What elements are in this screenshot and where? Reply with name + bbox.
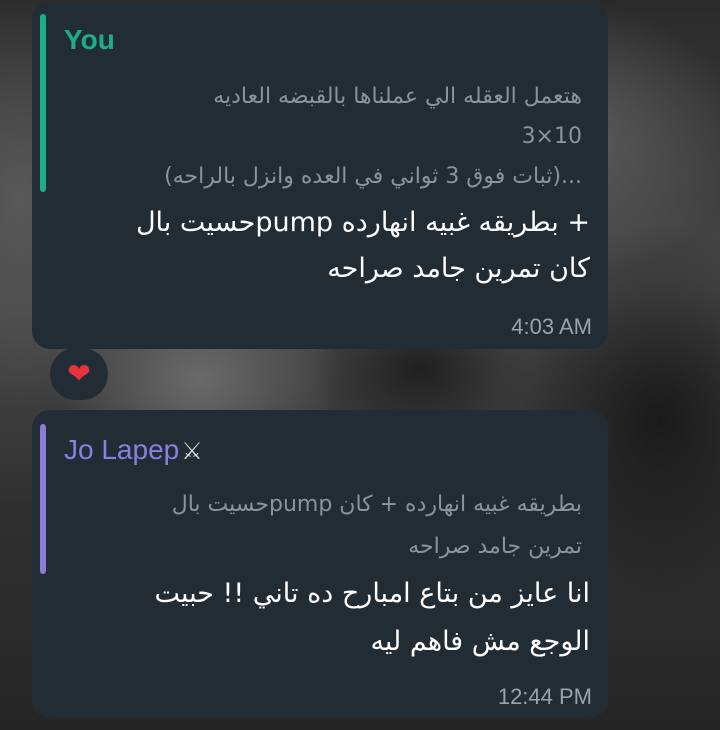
heart-icon: ❤ bbox=[67, 357, 91, 390]
heart-reaction[interactable]: ❤ bbox=[50, 348, 108, 400]
reply-quote-bar bbox=[40, 14, 46, 192]
reply-quote-bar bbox=[40, 424, 46, 574]
message-text-line: حسيت بالpump بطريقه غبيه انهارده + bbox=[135, 207, 590, 238]
reply-quote[interactable]: Jo Lapep⚔ حسيت بالpump بطريقه غبيه انهار… bbox=[40, 424, 598, 574]
message-text-line: الوجع مش فاهم ليه bbox=[370, 626, 590, 657]
message-text-line: كان تمرين جامد صراحه bbox=[327, 253, 590, 284]
reply-quote[interactable]: You هتعمل العقله الي عملناها بالقبضه الع… bbox=[40, 14, 598, 192]
reply-author: You bbox=[64, 24, 115, 55]
reply-text-line: 3×10 bbox=[521, 124, 582, 149]
message-bubble[interactable]: You هتعمل العقله الي عملناها بالقبضه الع… bbox=[32, 2, 608, 349]
reply-text-line: هتعمل العقله الي عملناها بالقبضه العاديه bbox=[213, 84, 582, 109]
reply-author-name: Jo Lapep bbox=[64, 434, 180, 465]
reply-text-line: (ثبات فوق 3 ثواني في العده وانزل بالراحه… bbox=[164, 164, 582, 189]
message-time: 12:44 PM bbox=[497, 684, 592, 709]
message-text-line: انا عايز من بتاع امبارح ده تاني !! حبيت bbox=[154, 578, 590, 609]
reply-text-line: تمرين جامد صراحه bbox=[408, 534, 582, 559]
message-time: 4:03 AM bbox=[511, 314, 592, 339]
crossed-swords-icon: ⚔ bbox=[181, 438, 203, 465]
reply-text-line: حسيت بالpump بطريقه غبيه انهارده + كان bbox=[171, 492, 582, 517]
reply-author: Jo Lapep⚔ bbox=[64, 434, 203, 466]
message-bubble[interactable]: Jo Lapep⚔ حسيت بالpump بطريقه غبيه انهار… bbox=[32, 410, 608, 718]
